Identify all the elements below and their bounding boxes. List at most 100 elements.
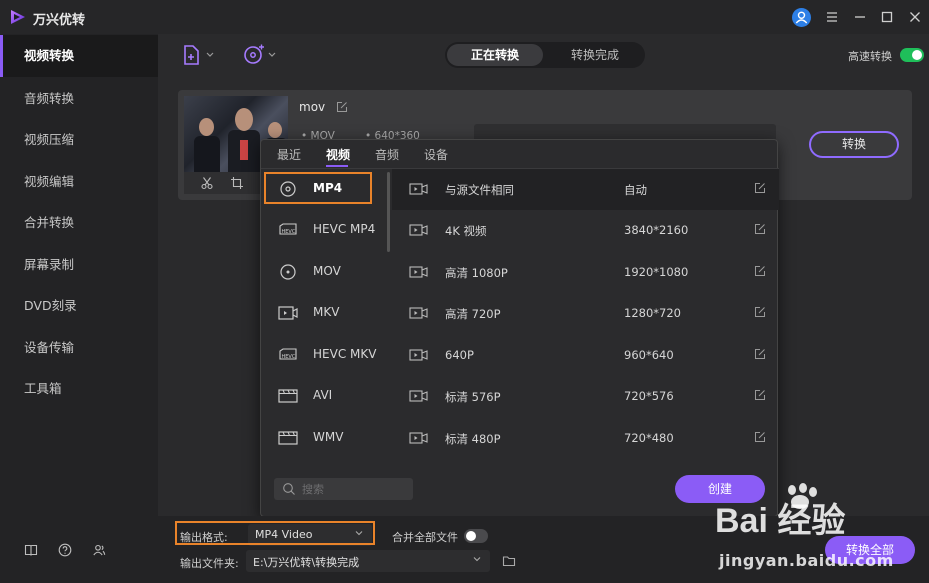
sidebar-item-label: DVD刻录 bbox=[24, 298, 77, 313]
folder-icon[interactable] bbox=[502, 554, 516, 568]
search-icon bbox=[283, 483, 295, 495]
edit-icon[interactable] bbox=[754, 431, 766, 443]
popover-tab-recent[interactable]: 最近 bbox=[277, 146, 301, 163]
resolution-name: 与源文件相同 bbox=[445, 183, 514, 197]
high-speed-toggle[interactable] bbox=[900, 48, 924, 62]
edit-icon[interactable] bbox=[754, 182, 766, 194]
format-item-mkv[interactable]: MKV bbox=[261, 293, 389, 334]
convert-button-label: 转换 bbox=[841, 137, 866, 151]
resolution-row[interactable]: 高清 1080P 1920*1080 bbox=[392, 252, 779, 293]
format-label: HEVC MP4 bbox=[313, 222, 376, 236]
resolution-row[interactable]: 高清 720P 1280*720 bbox=[392, 293, 779, 334]
resolution-row[interactable]: 640P 960*640 bbox=[392, 335, 779, 376]
format-item-hevc-mkv[interactable]: HEVC HEVC MKV bbox=[261, 335, 389, 376]
user-account-icon[interactable] bbox=[792, 8, 811, 27]
edit-icon[interactable] bbox=[754, 265, 766, 277]
popover-tab-video[interactable]: 视频 bbox=[326, 146, 350, 163]
format-item-hevc-mp4[interactable]: HEVC HEVC MP4 bbox=[261, 210, 389, 251]
book-icon[interactable] bbox=[24, 543, 38, 557]
menu-icon[interactable] bbox=[824, 9, 840, 25]
sidebar-item-label: 屏幕录制 bbox=[24, 257, 75, 272]
video-icon bbox=[409, 224, 428, 236]
convert-all-button[interactable]: 转换全部 bbox=[825, 536, 915, 564]
sidebar-item-label: 音频转换 bbox=[24, 91, 75, 106]
sidebar-item-label: 工具箱 bbox=[24, 381, 62, 396]
sidebar-item-video-convert[interactable]: 视频转换 bbox=[0, 35, 158, 77]
popover-tab-device[interactable]: 设备 bbox=[424, 146, 448, 163]
edit-icon[interactable] bbox=[754, 389, 766, 401]
help-icon[interactable] bbox=[58, 543, 72, 557]
high-speed-label: 高速转换 bbox=[848, 50, 892, 63]
convert-button[interactable]: 转换 bbox=[809, 131, 899, 158]
resolution-name: 标清 480P bbox=[445, 432, 501, 446]
film-icon bbox=[278, 431, 298, 445]
format-popover: 最近 视频 音频 设备 MP4 HEVC HEVC MP4 MOV MKV HE… bbox=[260, 139, 779, 517]
format-list: MP4 HEVC HEVC MP4 MOV MKV HEVC HEVC MKV … bbox=[261, 169, 389, 459]
resolution-name: 标清 576P bbox=[445, 390, 501, 404]
add-disc-icon[interactable] bbox=[242, 44, 278, 66]
merge-files-toggle[interactable] bbox=[464, 529, 488, 543]
resolution-name: 高清 720P bbox=[445, 307, 501, 321]
resolution-row[interactable]: 4K 视频 3840*2160 bbox=[392, 210, 779, 251]
svg-text:HEVC: HEVC bbox=[282, 229, 296, 235]
bottom-bar: 输出格式: MP4 Video 合并全部文件 输出文件夹: E:\万兴优转\转换… bbox=[158, 516, 929, 583]
video-icon bbox=[409, 307, 428, 319]
resolution-value: 720*576 bbox=[624, 389, 674, 403]
active-tab-indicator bbox=[326, 165, 348, 167]
rename-edit-icon[interactable] bbox=[336, 101, 348, 113]
sidebar-item-dvd-burn[interactable]: DVD刻录 bbox=[0, 285, 158, 327]
maximize-icon[interactable] bbox=[879, 9, 895, 25]
video-icon bbox=[409, 183, 428, 195]
edit-icon[interactable] bbox=[754, 306, 766, 318]
format-item-mp4[interactable]: MP4 bbox=[261, 169, 389, 210]
popover-tab-audio[interactable]: 音频 bbox=[375, 146, 399, 163]
edit-icon[interactable] bbox=[754, 223, 766, 235]
crop-icon[interactable] bbox=[230, 176, 244, 190]
resolution-list: 与源文件相同 自动 4K 视频 3840*2160 高清 1080P 1920*… bbox=[392, 169, 779, 459]
users-icon[interactable] bbox=[92, 543, 106, 557]
resolution-name: 4K 视频 bbox=[445, 224, 487, 238]
video-icon bbox=[409, 390, 428, 402]
output-folder-select[interactable]: E:\万兴优转\转换完成 bbox=[246, 550, 490, 572]
conversion-tabs: 正在转换 转换完成 bbox=[445, 42, 645, 68]
search-input[interactable] bbox=[302, 481, 408, 497]
resolution-value: 720*480 bbox=[624, 431, 674, 445]
resolution-row[interactable]: 标清 576P 720*576 bbox=[392, 376, 779, 417]
chevron-down-icon bbox=[473, 557, 481, 562]
film-icon bbox=[278, 389, 298, 403]
add-file-icon[interactable] bbox=[180, 44, 216, 66]
tab-converted[interactable]: 转换完成 bbox=[547, 44, 643, 66]
resolution-value: 自动 bbox=[624, 183, 647, 197]
resolution-row[interactable]: 标清 480P 720*480 bbox=[392, 418, 779, 459]
format-item-mov[interactable]: MOV bbox=[261, 252, 389, 293]
scissors-icon[interactable] bbox=[200, 176, 214, 190]
format-item-wmv[interactable]: WMV bbox=[261, 418, 389, 459]
sidebar-item-video-edit[interactable]: 视频编辑 bbox=[0, 161, 158, 203]
sidebar-item-screen-record[interactable]: 屏幕录制 bbox=[0, 244, 158, 286]
sidebar-item-merge[interactable]: 合并转换 bbox=[0, 202, 158, 244]
close-icon[interactable] bbox=[907, 9, 923, 25]
sidebar-item-toolbox[interactable]: 工具箱 bbox=[0, 368, 158, 410]
format-item-avi[interactable]: AVI bbox=[261, 376, 389, 417]
resolution-row[interactable]: 与源文件相同 自动 bbox=[392, 169, 779, 210]
create-button[interactable]: 创建 bbox=[675, 475, 765, 503]
output-folder-value: E:\万兴优转\转换完成 bbox=[253, 556, 360, 569]
output-folder-label: 输出文件夹: bbox=[180, 557, 239, 570]
svg-text:HEVC: HEVC bbox=[282, 354, 296, 360]
edit-icon[interactable] bbox=[754, 348, 766, 360]
output-format-value: MP4 Video bbox=[255, 528, 313, 541]
video-icon bbox=[409, 266, 428, 278]
resolution-value: 960*640 bbox=[624, 348, 674, 362]
app-logo-icon bbox=[11, 10, 25, 24]
tab-converting[interactable]: 正在转换 bbox=[447, 44, 543, 66]
minimize-icon[interactable] bbox=[852, 9, 868, 25]
sidebar-item-audio-convert[interactable]: 音频转换 bbox=[0, 78, 158, 120]
output-format-select[interactable]: MP4 Video bbox=[248, 524, 372, 546]
video-file-icon bbox=[278, 306, 298, 320]
format-list-scrollbar[interactable] bbox=[387, 172, 390, 252]
format-label: MP4 bbox=[313, 181, 343, 195]
sidebar-item-video-compress[interactable]: 视频压缩 bbox=[0, 119, 158, 161]
sidebar-item-label: 视频转换 bbox=[24, 48, 75, 63]
sidebar-item-device-transfer[interactable]: 设备传输 bbox=[0, 327, 158, 369]
resolution-value: 3840*2160 bbox=[624, 223, 689, 237]
